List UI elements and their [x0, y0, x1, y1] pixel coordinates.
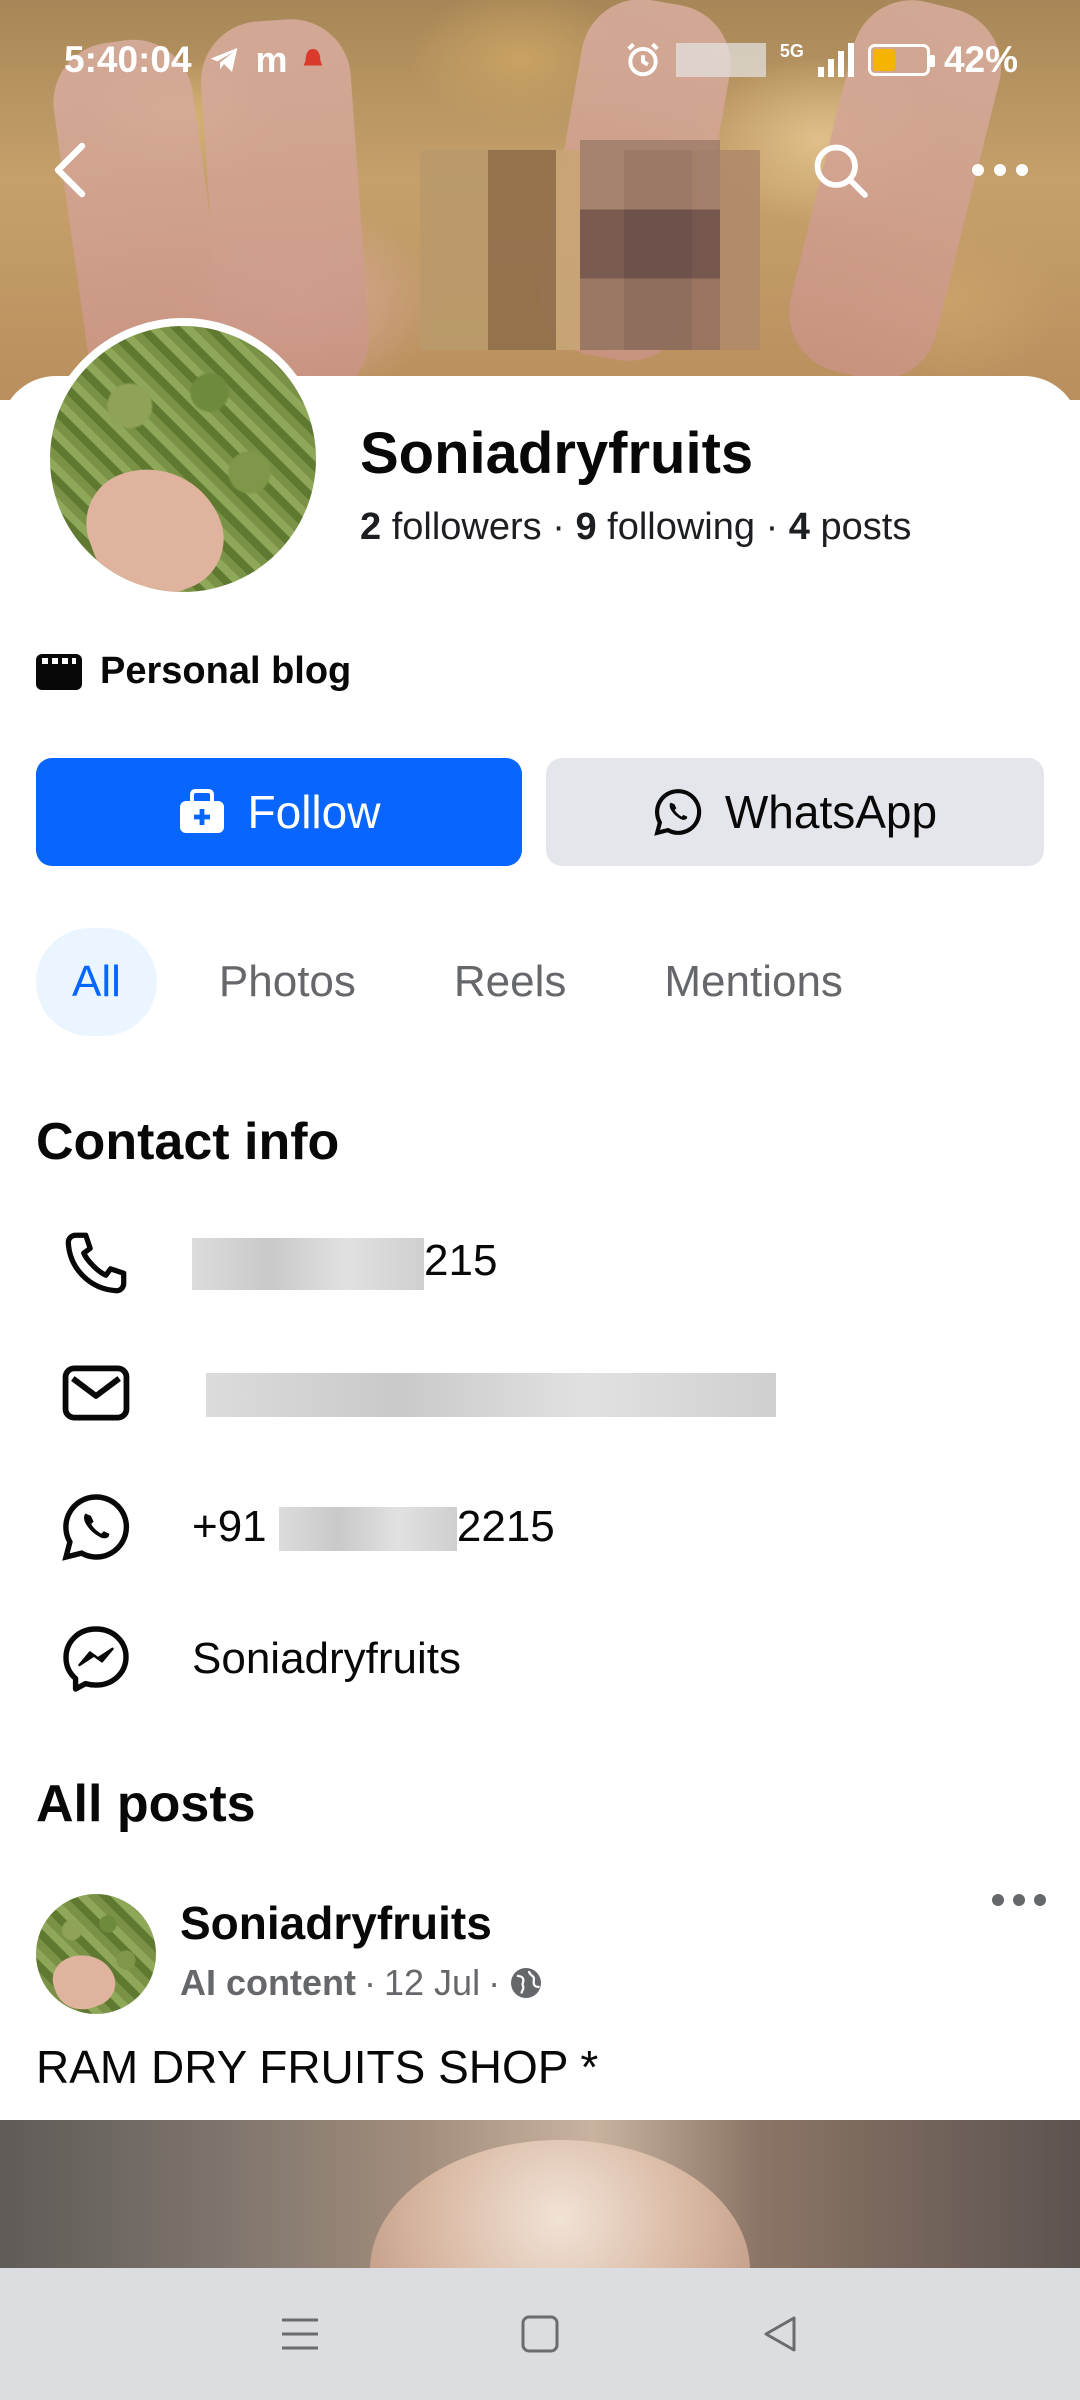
- status-time: 5:40:04: [64, 39, 192, 80]
- notification-icon: [303, 49, 322, 66]
- ai-content-label[interactable]: AI content: [180, 1962, 356, 2004]
- contact-email-row[interactable]: [56, 1348, 776, 1438]
- post-image[interactable]: [0, 2120, 1080, 2268]
- meta-separator: ·: [364, 1962, 376, 2003]
- stats-separator: ·: [552, 506, 565, 548]
- posts-label: posts: [820, 506, 912, 548]
- search-icon[interactable]: [800, 130, 880, 210]
- whatsapp-icon: [56, 1487, 136, 1567]
- contact-phone-row[interactable]: 215: [56, 1218, 497, 1308]
- m-app-icon: m: [255, 39, 288, 80]
- stats-separator: ·: [765, 506, 779, 548]
- home-icon[interactable]: [505, 2299, 575, 2369]
- phone-number: 215: [192, 1236, 498, 1290]
- all-posts-title: All posts: [36, 1775, 256, 1833]
- network-type: 5G: [779, 41, 804, 61]
- whatsapp-country-code: +91: [192, 1502, 267, 1551]
- follow-user-icon: [179, 789, 224, 833]
- tab-reels[interactable]: Reels: [418, 928, 603, 1036]
- whatsapp-number: +91 2215: [192, 1502, 555, 1552]
- contact-info-title: Contact info: [36, 1113, 340, 1171]
- back-arrow-icon[interactable]: [30, 130, 110, 210]
- whatsapp-visible-digits: 2215: [456, 1502, 555, 1551]
- phone-visible-digits: 215: [424, 1236, 498, 1286]
- battery-level: 42%: [943, 39, 1018, 80]
- post-more-icon[interactable]: [990, 1892, 1048, 1913]
- status-bar: 5:40:04 m 5G 42%: [0, 0, 1080, 120]
- post-date[interactable]: 12 Jul: [384, 1962, 480, 2004]
- messenger-icon: [56, 1619, 136, 1699]
- whatsapp-label: WhatsApp: [724, 786, 938, 838]
- back-nav-icon[interactable]: [745, 2299, 815, 2369]
- messenger-name: Soniadryfruits: [192, 1634, 462, 1683]
- battery-icon: [867, 44, 935, 76]
- tab-photos[interactable]: Photos: [183, 928, 392, 1036]
- telegram-icon: [210, 48, 237, 72]
- blurred-status: [675, 43, 766, 77]
- phone-icon: [56, 1223, 136, 1303]
- whatsapp-button[interactable]: WhatsApp: [546, 758, 1044, 866]
- post-text: RAM DRY FRUITS SHOP *: [36, 2041, 599, 2093]
- profile-tabs: All Photos Reels Mentions: [36, 928, 905, 1036]
- follow-label: Follow: [247, 786, 381, 838]
- tab-mentions[interactable]: Mentions: [628, 928, 879, 1036]
- top-nav: [0, 130, 1080, 220]
- clapperboard-icon: [36, 653, 82, 690]
- contact-whatsapp-row[interactable]: +91 2215: [56, 1482, 555, 1572]
- email-icon: [56, 1353, 136, 1433]
- profile-stats: 2 followers · 9 following · 4 posts: [360, 506, 911, 549]
- posts-count: 4: [788, 506, 810, 548]
- more-icon[interactable]: [960, 130, 1040, 210]
- profile-name: Soniadryfruits: [360, 421, 754, 486]
- following-count[interactable]: 9: [575, 506, 596, 548]
- category-label: Personal blog: [100, 650, 352, 692]
- globe-icon: [511, 1968, 542, 1998]
- system-nav-bar: [0, 2268, 1080, 2400]
- meta-separator: ·: [488, 1962, 501, 2003]
- alarm-icon: [627, 42, 659, 77]
- following-label[interactable]: following: [607, 506, 755, 548]
- whatsapp-icon: [654, 789, 702, 836]
- avatar[interactable]: [42, 318, 324, 600]
- follow-button[interactable]: Follow: [36, 758, 522, 866]
- profile-category: Personal blog: [36, 650, 351, 693]
- followers-label[interactable]: followers: [392, 506, 542, 548]
- post-meta: AI content · 12 Jul ·: [180, 1962, 544, 2004]
- followers-count[interactable]: 2: [360, 506, 381, 548]
- menu-icon[interactable]: [265, 2299, 335, 2369]
- contact-messenger-row[interactable]: Soniadryfruits: [56, 1614, 461, 1704]
- email-address: [192, 1368, 776, 1418]
- tab-all[interactable]: All: [36, 928, 157, 1036]
- post-author-avatar[interactable]: [36, 1894, 156, 2014]
- signal-icon: [817, 43, 854, 77]
- post-author-name[interactable]: Soniadryfruits: [180, 1896, 492, 1950]
